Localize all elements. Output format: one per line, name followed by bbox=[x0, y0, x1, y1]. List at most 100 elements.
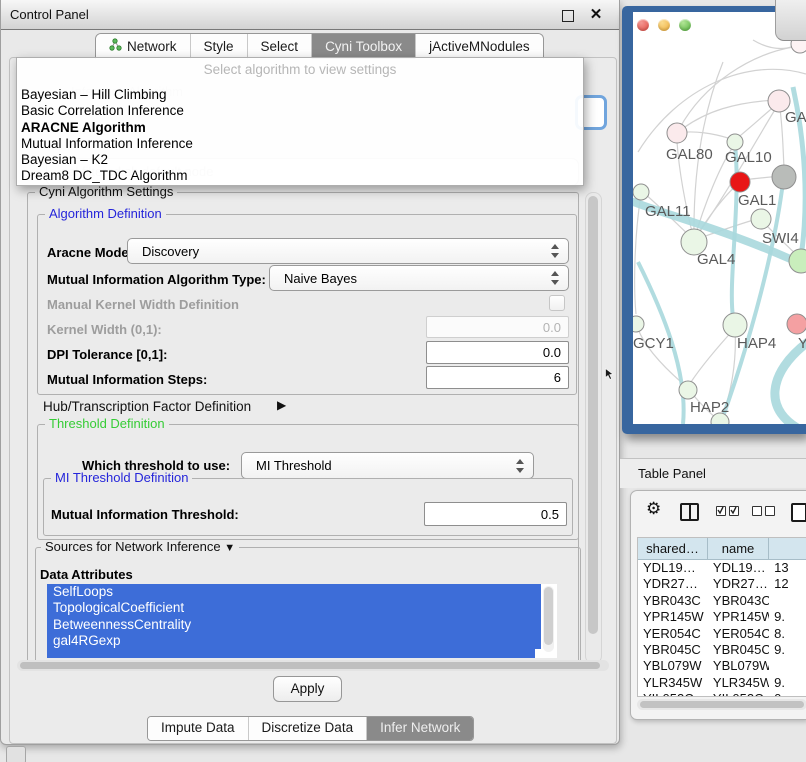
kernel-width-field: 0.0 bbox=[426, 316, 569, 338]
network-canvas[interactable]: GAL GAL80 GAL10 GAL1 GAL11 SWI4 GAL4 GCY… bbox=[633, 34, 806, 424]
node-gal10[interactable] bbox=[727, 134, 743, 150]
node-hap4[interactable] bbox=[723, 313, 747, 337]
desktop-mini-icon[interactable] bbox=[6, 746, 26, 762]
algorithm-option[interactable]: Basic Correlation Inference bbox=[17, 103, 583, 119]
control-panel-window: Control Panel ✕ Network Style Se bbox=[0, 0, 620, 745]
svg-text:GAL10: GAL10 bbox=[725, 149, 772, 166]
network-tab-icon bbox=[109, 35, 122, 59]
mi-threshold-field[interactable]: 0.5 bbox=[424, 502, 567, 526]
zoom-traffic-light[interactable] bbox=[679, 19, 691, 31]
attribute-list-scrollbar[interactable] bbox=[543, 586, 554, 652]
table-row[interactable]: YLR345WYLR345W9. bbox=[638, 675, 806, 691]
tab-network[interactable]: Network bbox=[96, 34, 191, 59]
node-hap2[interactable] bbox=[679, 381, 697, 399]
gear-icon[interactable]: ⚙ bbox=[646, 499, 661, 519]
table-row[interactable]: YPR145WYPR145W9. bbox=[638, 609, 806, 625]
node-swi4[interactable] bbox=[789, 249, 806, 273]
sources-title[interactable]: Sources for Network Inference ▼ bbox=[41, 540, 239, 555]
tab-impute-data[interactable]: Impute Data bbox=[148, 717, 249, 740]
expand-arrow-icon[interactable]: ▶ bbox=[277, 398, 286, 412]
tab-discretize-data[interactable]: Discretize Data bbox=[249, 717, 368, 740]
algorithm-option[interactable]: Bayesian – Hill Climbing bbox=[17, 87, 583, 103]
attribute-item[interactable]: TopologicalCoefficient bbox=[47, 600, 541, 616]
float-window-icon[interactable] bbox=[562, 10, 574, 22]
table-panel-title: Table Panel bbox=[620, 458, 806, 488]
svg-text:HAP4: HAP4 bbox=[737, 335, 776, 352]
mi-steps-label: Mutual Information Steps: bbox=[47, 372, 207, 387]
algorithm-definition-title: Algorithm Definition bbox=[45, 207, 166, 221]
table-row[interactable]: YBL079WYBL079W bbox=[638, 658, 806, 674]
tab-jactivemnodules[interactable]: jActiveMNodules bbox=[416, 34, 543, 59]
table-row[interactable]: YDR27…YDR27…12 bbox=[638, 576, 806, 592]
manual-kernel-checkbox[interactable] bbox=[549, 295, 565, 311]
control-panel-tabs: Network Style Select Cyni Toolbox jActiv… bbox=[95, 33, 544, 59]
data-attributes-label: Data Attributes bbox=[40, 567, 133, 582]
mi-type-select[interactable]: Naive Bayes bbox=[269, 265, 569, 291]
node-gal1[interactable] bbox=[751, 209, 771, 229]
network-view-inner: GAL GAL80 GAL10 GAL1 GAL11 SWI4 GAL4 GCY… bbox=[633, 12, 806, 424]
svg-text:GAL1: GAL1 bbox=[738, 192, 776, 209]
threshold-definition-title: Threshold Definition bbox=[45, 417, 169, 431]
split-columns-icon[interactable] bbox=[680, 503, 699, 521]
node-gal80[interactable] bbox=[667, 123, 687, 143]
tab-infer-network[interactable]: Infer Network bbox=[367, 717, 473, 740]
dpi-tolerance-field[interactable]: 0.0 bbox=[426, 341, 569, 364]
table-row[interactable]: YBR045CYBR045C9. bbox=[638, 642, 806, 658]
algorithm-option[interactable]: Mutual Information Inference bbox=[17, 136, 583, 152]
hub-definition-label[interactable]: Hub/Transcription Factor Definition bbox=[43, 399, 251, 414]
settings-scrollbar[interactable] bbox=[585, 192, 602, 664]
column-header-shared-name[interactable]: shared… bbox=[638, 538, 708, 560]
stepper-icon bbox=[516, 459, 525, 473]
network-view-window[interactable]: GAL GAL80 GAL10 GAL1 GAL11 SWI4 GAL4 GCY… bbox=[622, 6, 806, 434]
node-red[interactable] bbox=[730, 172, 750, 192]
mi-type-label: Mutual Information Algorithm Type: bbox=[47, 272, 266, 287]
attribute-item[interactable]: BetweennessCentrality bbox=[47, 617, 541, 633]
which-threshold-select[interactable]: MI Threshold bbox=[241, 452, 534, 479]
node-gcy1[interactable] bbox=[633, 316, 644, 332]
svg-text:HAP2: HAP2 bbox=[690, 399, 729, 416]
apply-button[interactable]: Apply bbox=[273, 676, 342, 702]
mi-threshold-group-title: MI Threshold Definition bbox=[51, 471, 192, 485]
close-traffic-light[interactable] bbox=[637, 19, 649, 31]
attribute-item[interactable]: gal4RGexp bbox=[47, 633, 541, 649]
algorithm-list: Bayesian – Hill Climbing Basic Correlati… bbox=[17, 87, 583, 185]
algorithm-option-selected[interactable]: ARACNE Algorithm bbox=[17, 120, 583, 136]
window-title: Control Panel bbox=[10, 0, 89, 29]
collapse-arrow-icon[interactable]: ▼ bbox=[224, 542, 235, 554]
mouse-cursor bbox=[605, 368, 615, 384]
column-header-name[interactable]: name bbox=[708, 538, 769, 560]
select-all-icon[interactable] bbox=[716, 503, 742, 517]
table-row[interactable]: YBR043CYBR043C bbox=[638, 593, 806, 609]
minimize-traffic-light[interactable] bbox=[658, 19, 670, 31]
settings-hscrollbar[interactable] bbox=[17, 660, 609, 671]
deselect-all-icon[interactable] bbox=[752, 503, 778, 517]
tab-cyni-toolbox[interactable]: Cyni Toolbox bbox=[312, 34, 416, 59]
stepper-icon bbox=[551, 244, 560, 258]
tab-select[interactable]: Select bbox=[248, 34, 313, 59]
aracne-mode-select[interactable]: Discovery bbox=[127, 238, 569, 264]
svg-text:SWI4: SWI4 bbox=[762, 230, 799, 247]
algorithm-option[interactable]: Dream8 DC_TDC Algorithm bbox=[17, 168, 583, 184]
scrollbar-thumb[interactable] bbox=[588, 196, 598, 634]
control-panel-titlebar[interactable]: Control Panel ✕ bbox=[1, 0, 619, 30]
kernel-width-label: Kernel Width (0,1): bbox=[47, 322, 162, 337]
table-hscrollbar[interactable] bbox=[637, 699, 806, 710]
export-table-icon[interactable] bbox=[791, 503, 806, 522]
svg-text:Y: Y bbox=[798, 335, 806, 352]
close-icon[interactable]: ✕ bbox=[586, 5, 606, 25]
tab-style[interactable]: Style bbox=[191, 34, 248, 59]
svg-text:GAL11: GAL11 bbox=[645, 203, 691, 220]
node-salmon[interactable] bbox=[787, 314, 806, 334]
attribute-item[interactable]: SelfLoops bbox=[47, 584, 541, 600]
table-row[interactable]: YDL19…YDL19…13 bbox=[638, 560, 806, 576]
data-attributes-list: SelfLoops TopologicalCoefficient Between… bbox=[47, 584, 557, 658]
table-row[interactable]: YER054CYER054C8. bbox=[638, 626, 806, 642]
algorithm-option[interactable]: Bayesian – K2 bbox=[17, 152, 583, 168]
column-header-partial[interactable] bbox=[769, 538, 806, 560]
node-gal11[interactable] bbox=[633, 184, 649, 200]
table-row[interactable]: YIL052CYIL052C0. bbox=[638, 691, 806, 697]
algorithm-dropdown-popup: Select algorithm to view settings Bayesi… bbox=[16, 57, 584, 186]
mi-steps-field[interactable]: 6 bbox=[426, 366, 569, 389]
svg-text:GCY1: GCY1 bbox=[633, 335, 674, 352]
node-gray[interactable] bbox=[772, 165, 796, 189]
